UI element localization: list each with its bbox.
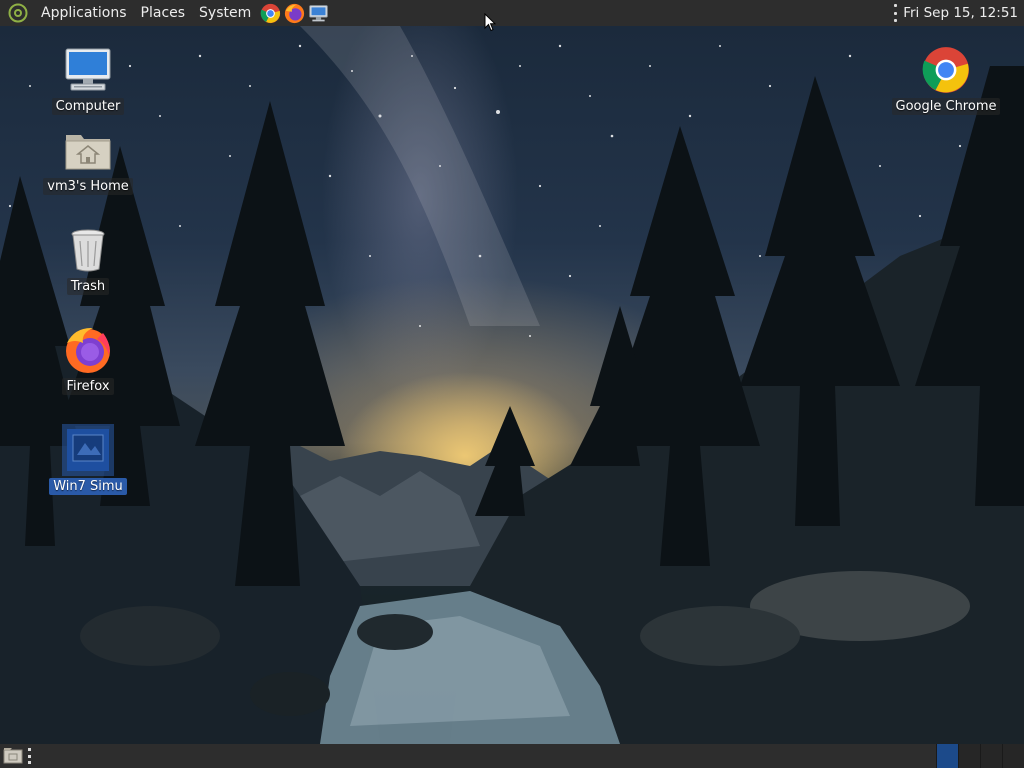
computer-launcher[interactable] <box>307 2 329 24</box>
desktop-icon-label: Google Chrome <box>891 98 1001 115</box>
top-panel: Applications Places System Fri Sep 15, 1… <box>0 0 1024 26</box>
workspace-4[interactable] <box>1002 744 1024 768</box>
workspace-switcher <box>936 744 1024 768</box>
workspace-3[interactable] <box>980 744 1002 768</box>
firefox-icon <box>284 3 304 23</box>
panel-right-area: Fri Sep 15, 12:51 <box>893 0 1018 26</box>
bottom-panel <box>0 744 1024 768</box>
wallpaper-scene <box>0 26 1024 744</box>
trash-icon <box>62 224 114 276</box>
desktop-icon-trash[interactable]: Trash <box>40 224 136 295</box>
desktop-icon-label: vm3's Home <box>43 178 133 195</box>
chrome-launcher[interactable] <box>259 2 281 24</box>
mouse-cursor-icon <box>484 13 496 32</box>
desktop-icon-firefox[interactable]: Firefox <box>40 324 136 395</box>
desktop-icon-label: Computer <box>51 98 125 115</box>
desktop-icon-label: Firefox <box>62 378 114 395</box>
desktop-icon-win7-simu[interactable]: Win7 Simu <box>40 424 136 495</box>
computer-icon <box>62 44 114 96</box>
computer-icon <box>309 4 328 21</box>
panel-drag-handle[interactable] <box>27 748 31 764</box>
system-menu[interactable]: System <box>192 0 258 26</box>
show-desktop-icon[interactable] <box>3 747 23 765</box>
clock[interactable]: Fri Sep 15, 12:51 <box>903 5 1018 21</box>
panel-drag-handle[interactable] <box>893 4 897 22</box>
desktop-icon-label: Win7 Simu <box>49 478 127 495</box>
desktop-icon-computer[interactable]: Computer <box>40 44 136 115</box>
desktop-icon-home[interactable]: vm3's Home <box>40 124 136 195</box>
chrome-icon <box>920 44 972 96</box>
chrome-icon <box>260 3 280 23</box>
places-menu[interactable]: Places <box>134 0 193 26</box>
workspace-1[interactable] <box>936 744 958 768</box>
desktop-icon-google-chrome[interactable]: Google Chrome <box>891 44 1001 115</box>
firefox-icon <box>62 324 114 376</box>
desktop-wallpaper <box>0 26 1024 744</box>
workspace-2[interactable] <box>958 744 980 768</box>
applications-menu[interactable]: Applications <box>34 0 134 26</box>
firefox-launcher[interactable] <box>283 2 305 24</box>
desktop-icon-label: Trash <box>66 278 110 295</box>
distro-logo-icon[interactable] <box>8 3 28 23</box>
win7-simu-icon <box>62 424 114 476</box>
home-folder-icon <box>62 124 114 176</box>
